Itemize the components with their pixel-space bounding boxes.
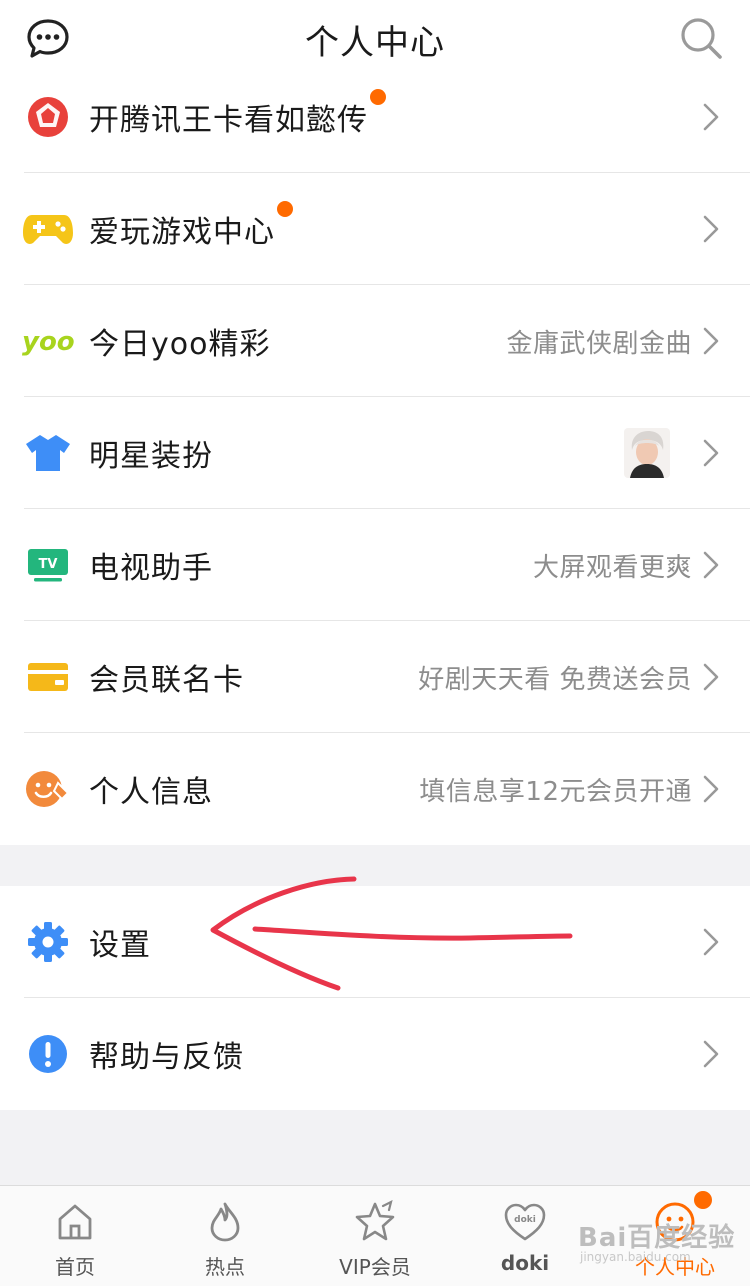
tab-label: doki — [500, 1251, 550, 1275]
svg-text:doki: doki — [514, 1215, 536, 1225]
annotation-arrow — [210, 876, 573, 991]
tab-label: 热点 — [205, 1255, 245, 1279]
vip-star-icon — [355, 1200, 395, 1241]
tab-label: VIP会员 — [339, 1255, 411, 1279]
tab-home[interactable]: 首页 — [0, 1186, 150, 1286]
flame-icon — [210, 1202, 240, 1242]
baidu-watermark: Bai百度经验 — [578, 1223, 736, 1253]
tab-vip[interactable]: VIP会员 — [300, 1186, 450, 1286]
notification-dot-badge — [694, 1191, 712, 1209]
baidu-watermark-url: jingyan.baidu.com — [580, 1250, 691, 1264]
tab-label: 首页 — [55, 1255, 95, 1279]
tab-hot[interactable]: 热点 — [150, 1186, 300, 1286]
doki-heart-icon: doki — [504, 1203, 546, 1241]
home-icon — [58, 1204, 92, 1240]
